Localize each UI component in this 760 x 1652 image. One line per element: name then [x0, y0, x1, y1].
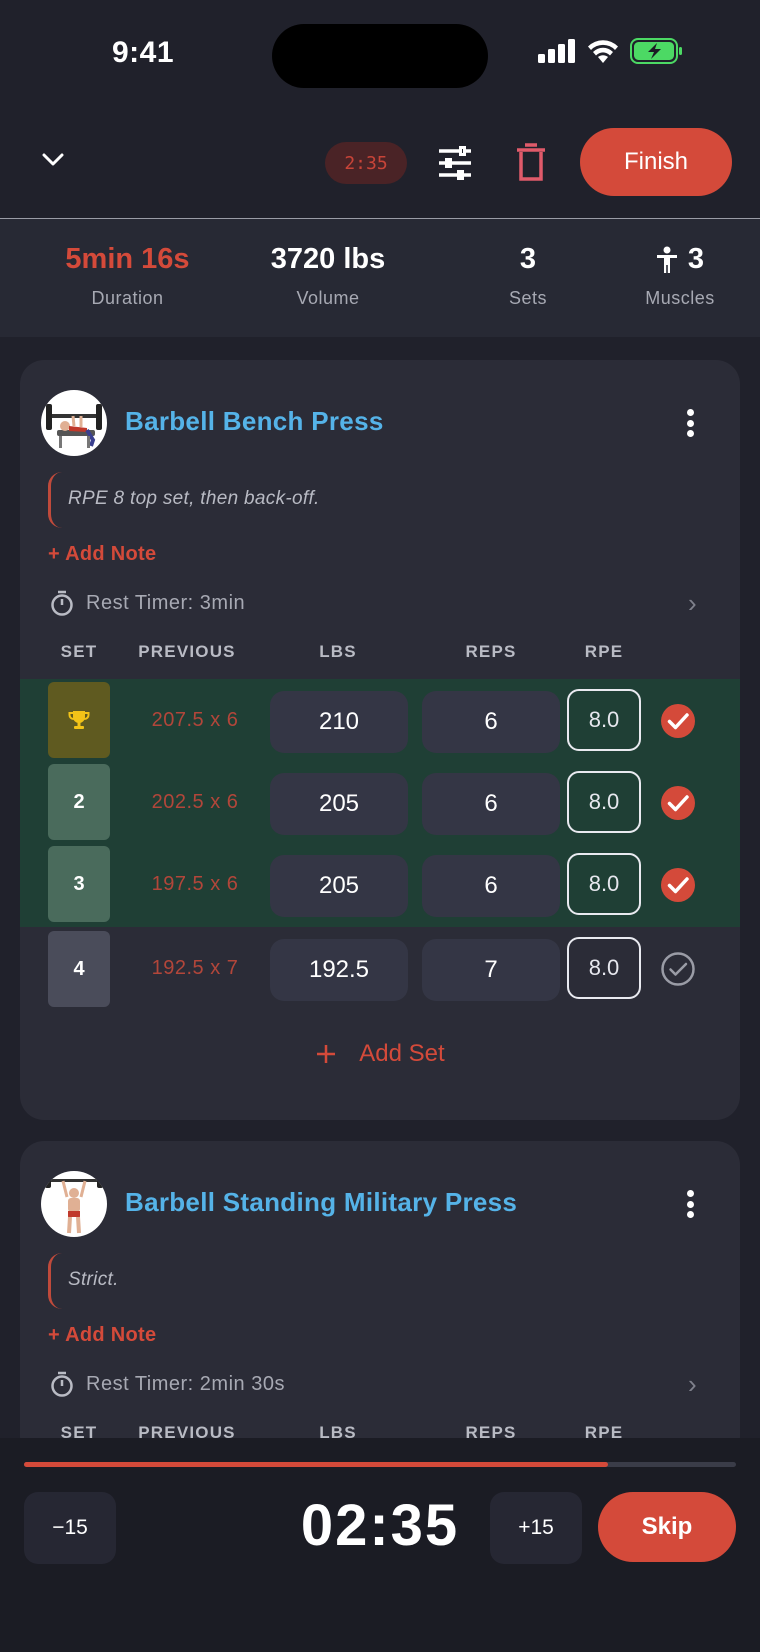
set-row: 4 192.5 x 7 192.5 7 8.0	[20, 927, 740, 1009]
add-note-button[interactable]: + Add Note	[48, 1324, 156, 1347]
previous-value[interactable]: 197.5 x 6	[130, 843, 260, 925]
stat-sets-value: 3	[519, 243, 537, 275]
rest-timer-row[interactable]: Rest Timer: 3min	[50, 590, 245, 616]
signal-icon	[538, 39, 575, 63]
lbs-input[interactable]: 192.5	[270, 939, 408, 1001]
person-icon	[656, 246, 677, 273]
check-incomplete-icon[interactable]	[660, 951, 696, 987]
previous-value[interactable]: 202.5 x 6	[130, 761, 260, 843]
exercise-menu-button[interactable]	[680, 405, 700, 441]
set-row: 207.5 x 6 210 6 8.0	[20, 679, 740, 761]
battery-charging-icon	[630, 38, 682, 64]
rest-progress-fill	[24, 1462, 608, 1467]
rest-timer-label: Rest Timer: 2min 30s	[86, 1372, 285, 1395]
rpe-input[interactable]: 8.0	[567, 853, 641, 915]
exercise-thumbnail[interactable]	[41, 390, 107, 456]
exercise-name[interactable]: Barbell Bench Press	[125, 406, 384, 437]
chevron-right-icon[interactable]: ›	[688, 588, 697, 619]
stat-muscles-label: Muscles	[645, 288, 715, 308]
chevron-right-icon[interactable]: ›	[688, 1369, 697, 1400]
military-press-illustration	[45, 1174, 103, 1234]
stat-volume-label: Volume	[296, 288, 360, 308]
set-number-badge[interactable]: 2	[48, 764, 110, 840]
stat-muscles-value: 3	[687, 243, 705, 275]
set-row: 3 197.5 x 6 205 6 8.0	[20, 843, 740, 927]
reps-input[interactable]: 6	[422, 773, 560, 835]
exercise-note[interactable]: RPE 8 top set, then back-off.	[68, 488, 320, 510]
delete-workout-button[interactable]	[513, 143, 549, 183]
stat-duration-label: Duration	[91, 288, 164, 308]
reps-input[interactable]: 7	[422, 939, 560, 1001]
trash-icon	[517, 143, 545, 181]
exercise-menu-button[interactable]	[680, 1186, 700, 1222]
more-vertical-icon	[686, 409, 694, 416]
set-number-badge[interactable]: 4	[48, 931, 110, 1007]
lbs-input[interactable]: 205	[270, 855, 408, 917]
note-accent	[48, 472, 62, 528]
wifi-icon	[588, 40, 618, 63]
col-rpe: RPE	[584, 642, 624, 661]
stat-duration: 5min 16s Duration	[45, 243, 210, 309]
set-row: 2 202.5 x 6 205 6 8.0	[20, 761, 740, 843]
previous-value[interactable]: 192.5 x 7	[130, 927, 260, 1009]
exercise-name[interactable]: Barbell Standing Military Press	[125, 1187, 517, 1218]
sliders-icon	[439, 146, 471, 180]
lbs-input[interactable]: 205	[270, 773, 408, 835]
plus-15-button[interactable]: +15	[490, 1492, 582, 1564]
col-reps: REPS	[465, 642, 517, 661]
set-number-badge[interactable]: 3	[48, 846, 110, 922]
dynamic-island	[272, 24, 488, 88]
exercise-thumbnail[interactable]	[41, 1171, 107, 1237]
rpe-input[interactable]: 8.0	[567, 937, 641, 999]
stat-sets: 3 Sets	[478, 243, 578, 309]
status-icons	[538, 38, 684, 64]
settings-button[interactable]	[435, 143, 475, 183]
finish-button[interactable]: Finish	[580, 128, 732, 196]
rpe-input[interactable]: 8.0	[567, 689, 641, 751]
trophy-icon	[68, 711, 90, 729]
plus-icon	[317, 1045, 336, 1063]
check-complete-icon[interactable]	[660, 867, 696, 903]
more-vertical-icon	[686, 1190, 694, 1197]
reps-input[interactable]: 6	[422, 855, 560, 917]
col-previous: PREVIOUS	[138, 642, 236, 661]
stat-volume: 3720 lbs Volume	[238, 243, 418, 309]
previous-value[interactable]: 207.5 x 6	[130, 679, 260, 761]
add-set-button[interactable]: Add Set	[20, 1040, 740, 1068]
skip-rest-button[interactable]: Skip	[598, 1492, 736, 1562]
status-time: 9:41	[112, 36, 175, 69]
rest-timer-label: Rest Timer: 3min	[86, 591, 246, 614]
bench-press-illustration	[46, 404, 102, 448]
lbs-input[interactable]: 210	[270, 691, 408, 753]
minus-15-button[interactable]: −15	[24, 1492, 116, 1564]
check-complete-icon[interactable]	[660, 703, 696, 739]
stat-duration-value: 5min 16s	[65, 243, 190, 275]
collapse-button[interactable]	[38, 145, 68, 175]
stat-volume-value: 3720 lbs	[270, 243, 386, 275]
rest-timer-row[interactable]: Rest Timer: 2min 30s	[50, 1371, 285, 1397]
col-set: SET	[60, 642, 98, 661]
col-lbs: LBS	[319, 642, 357, 661]
note-accent	[48, 1253, 62, 1309]
rest-timer-pill[interactable]: 2:35	[325, 142, 407, 184]
set-number-badge[interactable]	[48, 682, 110, 758]
reps-input[interactable]: 6	[422, 691, 560, 753]
rpe-input[interactable]: 8.0	[567, 771, 641, 833]
exercise-note[interactable]: Strict.	[68, 1269, 119, 1291]
check-complete-icon[interactable]	[660, 785, 696, 821]
stopwatch-icon	[51, 1371, 73, 1397]
stat-sets-label: Sets	[508, 288, 548, 308]
chevron-down-icon	[42, 153, 64, 166]
stopwatch-icon	[51, 590, 73, 616]
stat-muscles[interactable]: 3 Muscles	[630, 243, 730, 309]
add-note-button[interactable]: + Add Note	[48, 543, 156, 566]
add-set-label: Add Set	[359, 1040, 445, 1067]
